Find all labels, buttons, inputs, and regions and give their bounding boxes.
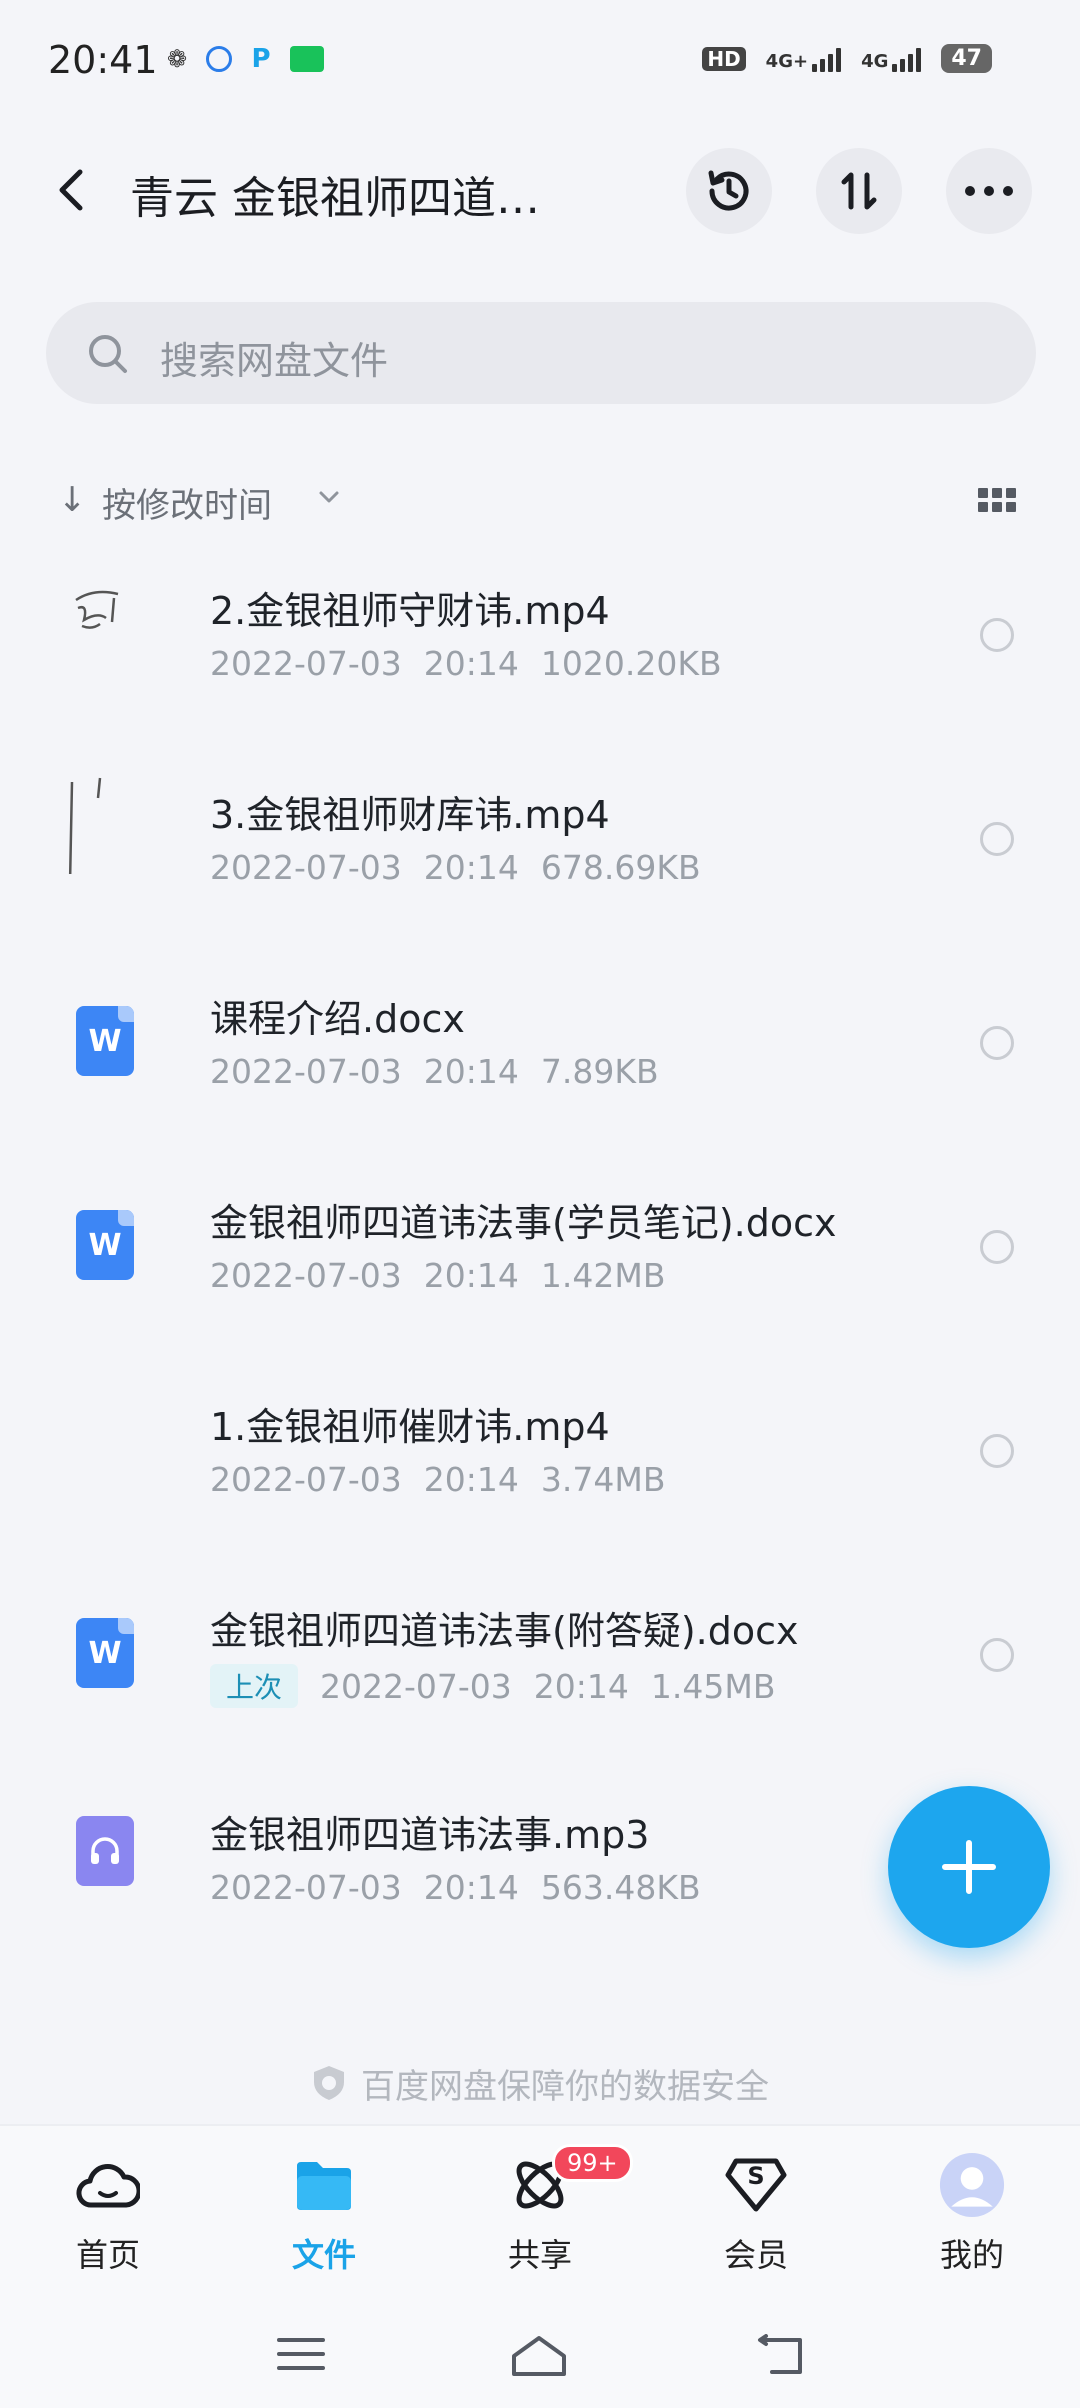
select-radio[interactable] xyxy=(980,1434,1014,1468)
pinduoduo-icon: P xyxy=(251,44,271,74)
grid-view-icon[interactable] xyxy=(978,488,1016,512)
sort-button[interactable] xyxy=(816,148,902,234)
signal-bars-icon xyxy=(892,46,922,72)
file-name: 课程介绍.docx xyxy=(210,997,465,1041)
word-icon: W xyxy=(76,1006,134,1076)
cloud-home-icon xyxy=(75,2152,141,2218)
file-row[interactable]: 1.金银祖师催财讳.mp4 2022-07-03 20:14 3.74MB xyxy=(0,1376,1080,1580)
bottom-nav: 首页 文件 共享 99+ S 会员 我的 xyxy=(0,2124,1080,2304)
safety-note: 百度网盘保障你的数据安全 xyxy=(0,2058,1080,2108)
tab-vip[interactable]: S 会员 xyxy=(686,2152,826,2292)
status-bar: 20:41 ❁ P HD 4G+ 4G 47 xyxy=(0,0,1080,120)
signal-4g: 4G xyxy=(861,46,922,72)
file-meta: 2022-07-03 20:14 3.74MB xyxy=(210,1460,666,1499)
folder-icon xyxy=(291,2152,357,2218)
status-app-icons: ❁ P xyxy=(162,44,324,74)
file-name: 金银祖师四道讳法事.mp3 xyxy=(210,1813,650,1857)
select-radio[interactable] xyxy=(980,1230,1014,1264)
file-row[interactable]: W 金银祖师四道讳法事(附答疑).docx 上次 2022-07-03 20:1… xyxy=(0,1580,1080,1784)
tab-share[interactable]: 共享 99+ xyxy=(470,2144,633,2292)
status-time: 20:41 xyxy=(48,38,158,82)
tab-home[interactable]: 首页 xyxy=(38,2152,178,2292)
iqiyi-icon xyxy=(290,46,324,72)
sort-bar: ↓ 按修改时间 xyxy=(0,470,1080,530)
add-fab-button[interactable] xyxy=(888,1786,1050,1948)
word-icon: W xyxy=(76,1618,134,1688)
select-radio[interactable] xyxy=(980,618,1014,652)
hd-icon: HD xyxy=(702,46,746,71)
menu-icon[interactable] xyxy=(276,2334,326,2374)
video-thumbnail xyxy=(68,777,102,874)
wechat-icon: ❁ xyxy=(166,45,188,73)
sort-direction-icon[interactable]: ↓ xyxy=(58,480,87,520)
search-icon xyxy=(89,335,127,373)
file-meta: 2022-07-03 20:14 678.69KB xyxy=(210,848,701,887)
file-meta: 上次 2022-07-03 20:14 1.45MB xyxy=(210,1664,776,1708)
file-name: 3.金银祖师财库讳.mp4 xyxy=(210,793,610,837)
audio-file-icon xyxy=(76,1816,134,1886)
screen: 20:41 ❁ P HD 4G+ 4G 47 青云 金银祖师四道… 搜索网盘文件… xyxy=(0,0,1080,2408)
system-nav-bar xyxy=(0,2304,1080,2408)
page-title: 青云 金银祖师四道… xyxy=(130,173,540,224)
shield-icon xyxy=(314,2066,344,2100)
signal-bars-icon xyxy=(812,46,842,72)
chevron-down-icon[interactable] xyxy=(316,484,342,510)
file-name: 金银祖师四道讳法事(学员笔记).docx xyxy=(210,1201,837,1245)
search-placeholder: 搜索网盘文件 xyxy=(160,339,389,383)
history-icon xyxy=(708,170,749,211)
file-name: 金银祖师四道讳法事(附答疑).docx xyxy=(210,1609,799,1653)
file-row[interactable]: 3.金银祖师财库讳.mp4 2022-07-03 20:14 678.69KB xyxy=(0,764,1080,968)
vip-diamond-icon: S xyxy=(723,2152,789,2218)
file-row[interactable]: 2.金银祖师守财讳.mp4 2022-07-03 20:14 1020.20KB xyxy=(0,560,1080,764)
signal-4gplus: 4G+ xyxy=(766,46,842,72)
file-meta: 2022-07-03 20:14 563.48KB xyxy=(210,1868,701,1907)
history-button[interactable] xyxy=(686,148,772,234)
file-name: 1.金银祖师催财讳.mp4 xyxy=(210,1405,610,1449)
search-input[interactable]: 搜索网盘文件 xyxy=(46,302,1036,404)
camera-app-icon xyxy=(206,46,232,72)
back-arrow-icon[interactable] xyxy=(50,166,94,214)
sort-dropdown[interactable]: 按修改时间 xyxy=(102,478,272,527)
battery-indicator: 47 xyxy=(941,44,992,73)
more-icon xyxy=(965,186,1013,196)
plus-icon xyxy=(942,1840,996,1894)
select-radio[interactable] xyxy=(980,822,1014,856)
sort-icon xyxy=(841,172,877,210)
home-icon[interactable] xyxy=(510,2334,568,2378)
file-row[interactable]: W 金银祖师四道讳法事(学员笔记).docx 2022-07-03 20:14 … xyxy=(0,1172,1080,1376)
headphones-icon xyxy=(91,1837,119,1864)
file-meta: 2022-07-03 20:14 1.42MB xyxy=(210,1256,666,1295)
tab-files[interactable]: 文件 xyxy=(254,2152,394,2292)
last-opened-tag: 上次 xyxy=(210,1664,299,1708)
more-button[interactable] xyxy=(946,148,1032,234)
file-meta: 2022-07-03 20:14 1020.20KB xyxy=(210,644,722,683)
file-meta: 2022-07-03 20:14 7.89KB xyxy=(210,1052,659,1091)
notification-badge: 99+ xyxy=(552,2144,633,2182)
select-radio[interactable] xyxy=(980,1638,1014,1672)
header-bar: 青云 金银祖师四道… xyxy=(0,140,1080,240)
tab-mine[interactable]: 我的 xyxy=(902,2152,1042,2292)
word-icon: W xyxy=(76,1210,134,1280)
status-indicators: HD 4G+ 4G 47 xyxy=(702,44,992,73)
file-name: 2.金银祖师守财讳.mp4 xyxy=(210,589,610,633)
back-nav-icon[interactable] xyxy=(756,2334,806,2378)
video-thumbnail xyxy=(75,590,119,629)
avatar xyxy=(939,2152,1005,2218)
select-radio[interactable] xyxy=(980,1026,1014,1060)
file-row[interactable]: W 课程介绍.docx 2022-07-03 20:14 7.89KB xyxy=(0,968,1080,1172)
